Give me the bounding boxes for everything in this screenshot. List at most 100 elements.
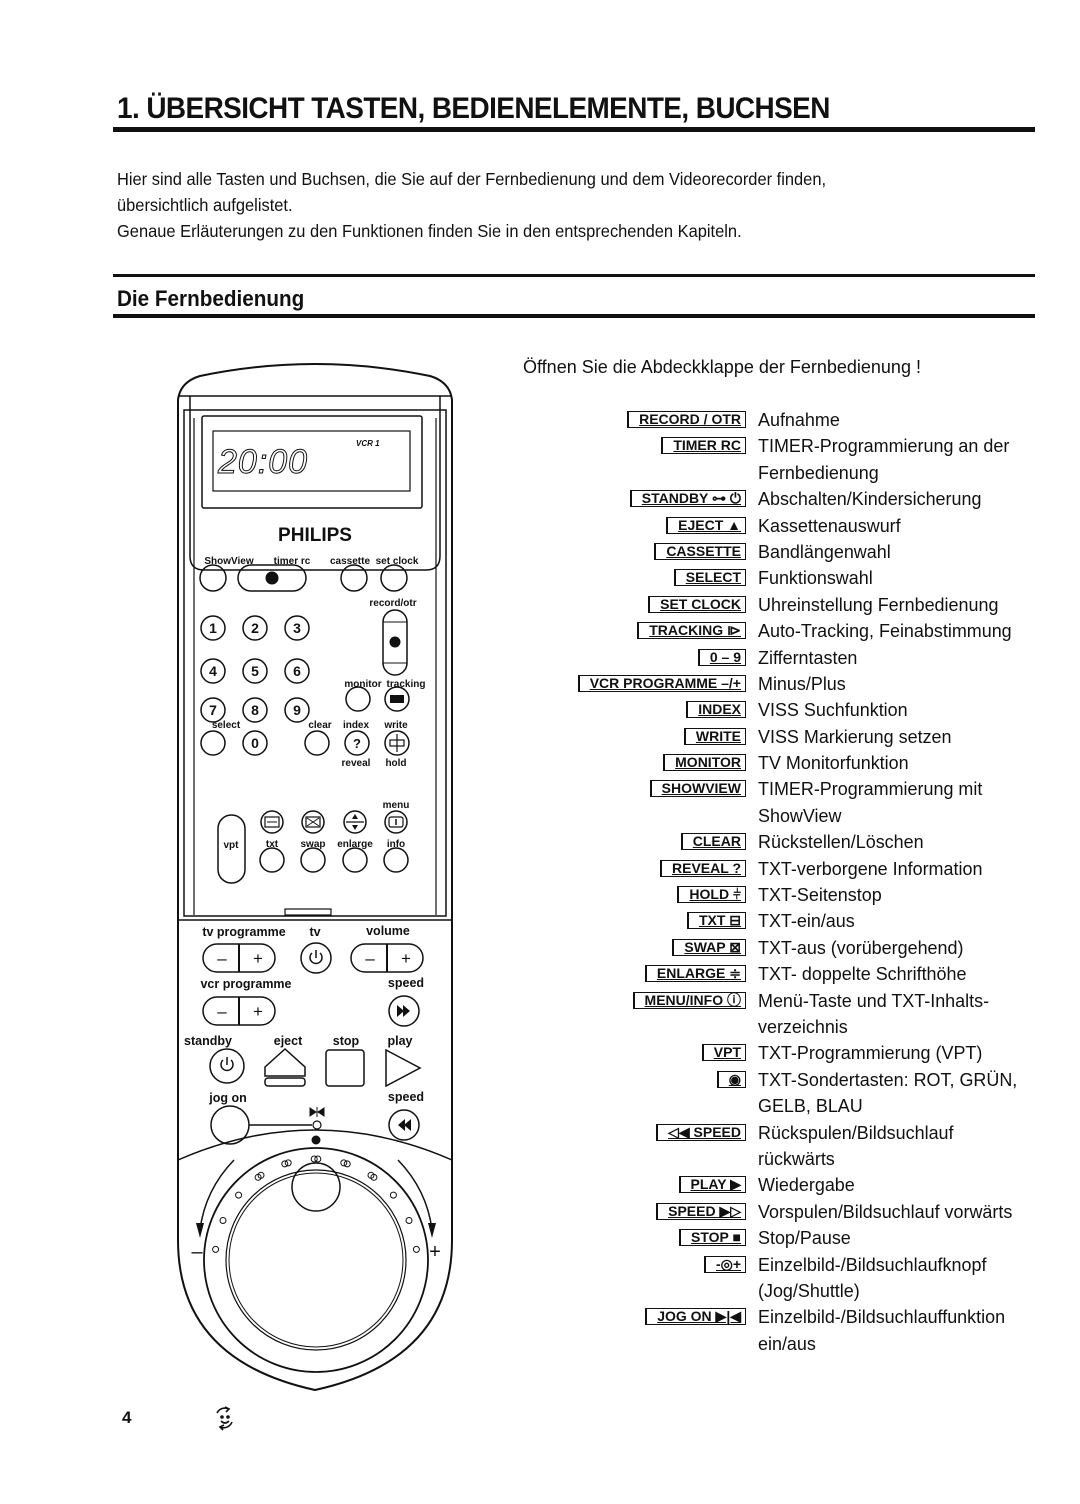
- key-description-continued: Fernbedienung: [758, 461, 879, 483]
- key-label-box: SHOWVIEW: [649, 780, 746, 798]
- key-cell: MENU/INFO ⓘ: [520, 988, 746, 1009]
- key-description: Zifferntasten: [758, 646, 858, 668]
- key-description: Menü-Taste und TXT-Inhalts-: [758, 989, 990, 1011]
- legend-row: STANDBY ⊶ ⏻ Abschalten/Kindersicherung: [520, 486, 1050, 512]
- legend-row: SELECT Funktionswahl: [520, 565, 1050, 591]
- intro-text: Hier sind alle Tasten und Buchsen, die S…: [117, 166, 826, 244]
- key-cell: EJECT ▲: [520, 513, 746, 534]
- key-description: Vorspulen/Bildsuchlauf vorwärts: [758, 1200, 1013, 1222]
- minus-icon: –: [217, 949, 227, 968]
- key-label-box: TXT ⊟: [686, 912, 746, 930]
- key-description: Funktionswahl: [758, 567, 873, 589]
- plus-icon: +: [401, 949, 411, 968]
- brand-logo: PHILIPS: [278, 525, 352, 546]
- key-cell: VPT: [520, 1040, 746, 1062]
- key-label-box: CLEAR: [680, 833, 746, 851]
- stop-button: [325, 1049, 365, 1087]
- key-cell: MONITOR: [520, 750, 746, 772]
- remote-body-outline: [177, 363, 453, 1392]
- key-label-box: SPEED ▶▷: [656, 1202, 746, 1220]
- key-cell: STANDBY ⊶ ⏻: [520, 486, 746, 508]
- legend-row: STOP ■ Stop/Pause: [520, 1225, 1050, 1251]
- legend-row: MENU/INFO ⓘ Menü-Taste und TXT-Inhalts-: [520, 988, 1050, 1014]
- key-label-box: PLAY ▶: [678, 1176, 746, 1194]
- legend-row: ENLARGE ≑ TXT- doppelte Schrifthöhe: [520, 961, 1050, 987]
- label-record-otr: record/otr: [369, 598, 416, 609]
- label-volume: volume: [366, 924, 410, 938]
- record-dot-icon: [389, 636, 401, 648]
- key-label-box: 0 – 9: [697, 648, 746, 666]
- flap-latch: [284, 908, 332, 916]
- key-description-continued: verzeichnis: [758, 1015, 848, 1037]
- red-button: [259, 847, 285, 873]
- showview-button: [199, 564, 227, 592]
- lcd-mode: VCR 1: [356, 439, 380, 448]
- key-cell: STOP ■: [520, 1225, 746, 1247]
- label-menu: menu: [383, 800, 410, 811]
- key-description-continued: rückwärts: [758, 1147, 835, 1169]
- key-description: TV Monitorfunktion: [758, 752, 909, 774]
- label-eject: eject: [274, 1034, 303, 1048]
- key-cell: REVEAL ?: [520, 856, 746, 877]
- key-label-box: SET CLOCK: [648, 595, 746, 613]
- select-button: [200, 730, 226, 756]
- key-label-box: JOG ON ▶|◀: [645, 1308, 746, 1326]
- digit-label: 5: [251, 663, 259, 679]
- blue-button: [383, 847, 409, 873]
- key-description-continued: ein/aus: [758, 1332, 816, 1354]
- key-cell: INDEX: [520, 697, 746, 719]
- timer-icon: [265, 571, 279, 585]
- key-description: Abschalten/Kindersicherung: [758, 488, 982, 510]
- label-hold: hold: [385, 758, 406, 769]
- label-standby: standby: [184, 1034, 232, 1048]
- shuttle-minus-label: –: [191, 1241, 203, 1263]
- label-clear: clear: [308, 720, 331, 731]
- shuttle-plus-arrow: [397, 1159, 433, 1231]
- jog-on-icon: [309, 1107, 325, 1117]
- key-cell: CLEAR: [520, 829, 746, 851]
- key-label-box: INDEX: [686, 701, 746, 719]
- legend-row: TXT ⊟ TXT-ein/aus: [520, 908, 1050, 934]
- shuttle-plus-label: +: [429, 1241, 441, 1263]
- shuttle-dot: [389, 1191, 397, 1199]
- legend-row: MONITOR TV Monitorfunktion: [520, 750, 1050, 776]
- digit-label: 0: [251, 735, 259, 751]
- legend-row: CASSETTE Bandlängenwahl: [520, 539, 1050, 565]
- rewind-icon: [398, 1119, 411, 1131]
- tracking-icon: [390, 695, 404, 703]
- key-cell: SWAP ⊠: [520, 935, 746, 956]
- key-description-continued: (Jog/Shuttle): [758, 1279, 860, 1301]
- key-cell: JOG ON ▶|◀: [520, 1304, 746, 1326]
- label-index: index: [343, 720, 370, 731]
- reveal-icon: ?: [353, 736, 361, 751]
- key-description-continued: GELB, BLAU: [758, 1095, 863, 1117]
- label-jog-on: jog on: [208, 1091, 247, 1105]
- key-label-box: -◎+: [703, 1255, 746, 1273]
- legend-row: ◉ TXT-Sondertasten: ROT, GRÜN,: [520, 1067, 1050, 1093]
- legend-row: SPEED ▶▷ Vorspulen/Bildsuchlauf vorwärts: [520, 1199, 1050, 1225]
- key-description: Uhreinstellung Fernbedienung: [758, 593, 999, 615]
- legend-row: TIMER RC TIMER-Programmierung an der: [520, 433, 1050, 459]
- plus-icon: +: [253, 1002, 263, 1021]
- digit-label: 3: [293, 620, 301, 636]
- section-rule-top: [113, 274, 1035, 277]
- plus-icon: +: [253, 949, 263, 968]
- key-label-box: ENLARGE ≑: [644, 965, 746, 983]
- shuttle-minus-arrow: [199, 1159, 235, 1231]
- label-speed-rev: speed: [388, 1090, 424, 1104]
- key-description: TXT-Programmierung (VPT): [758, 1042, 983, 1064]
- legend-row: CLEAR Rückstellen/Löschen: [520, 829, 1050, 855]
- key-label-box: HOLD ⫩: [677, 886, 746, 904]
- set-clock-button: [380, 564, 408, 592]
- legend-row: JOG ON ▶|◀ Einzelbild-/Bildsuchlauffunkti…: [520, 1304, 1050, 1330]
- key-label-box: MENU/INFO ⓘ: [632, 991, 746, 1009]
- standby-button: [209, 1048, 245, 1084]
- key-description: TXT- doppelte Schrifthöhe: [758, 963, 967, 985]
- key-description: Einzelbild-/Bildsuchlaufknopf: [758, 1253, 987, 1275]
- legend-row: -◎+ Einzelbild-/Bildsuchlaufknopf: [520, 1252, 1050, 1278]
- digit-label: 9: [293, 702, 301, 718]
- key-label-box: STANDBY ⊶ ⏻: [629, 490, 746, 508]
- key-cell: -◎+: [520, 1252, 746, 1273]
- digit-label: 7: [209, 702, 217, 718]
- key-cell: HOLD ⫩: [520, 882, 746, 904]
